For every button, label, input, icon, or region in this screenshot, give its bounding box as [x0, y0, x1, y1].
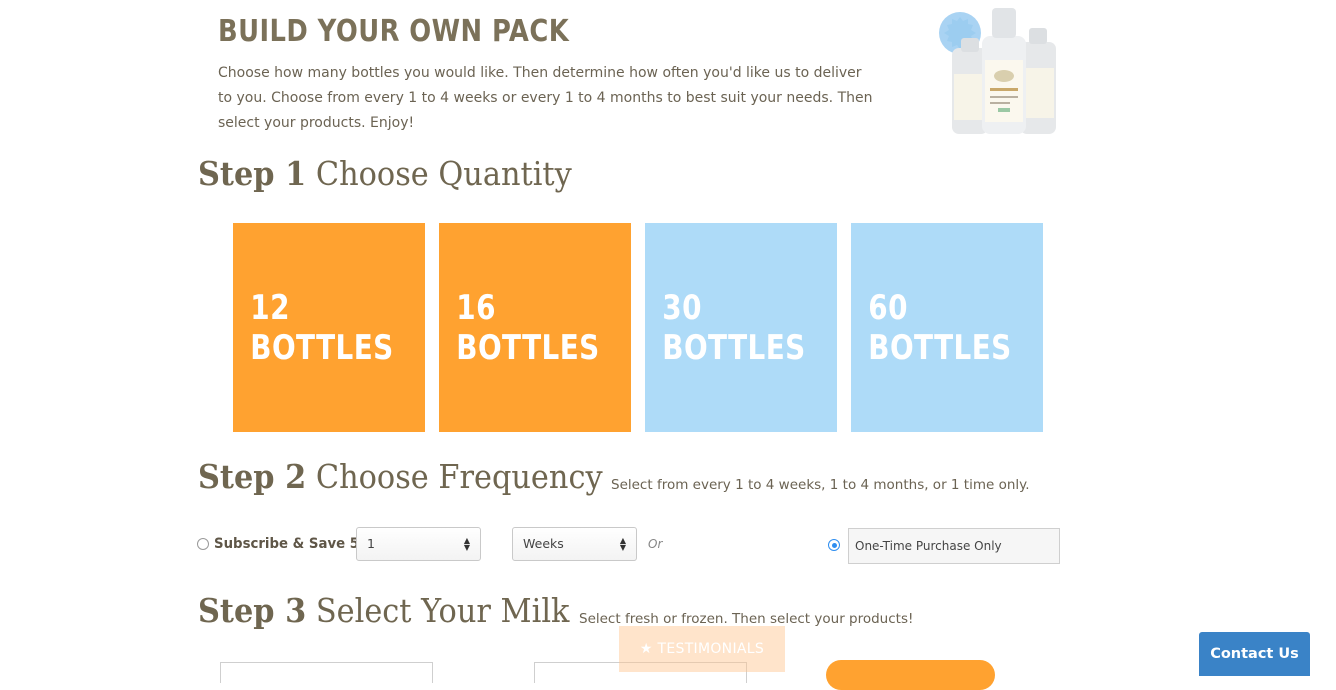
quantity-tile-12[interactable]: 12 BOTTLES	[233, 223, 425, 432]
select-products-button[interactable]	[826, 660, 995, 690]
subscribe-radio[interactable]	[197, 538, 209, 550]
quantity-tile-label: 60 BOTTLES	[868, 287, 1012, 368]
step1-heading: Step 1 Choose Quantity	[198, 154, 572, 193]
select-arrows-icon: ▲ ▼	[619, 536, 626, 552]
quantity-tile-label: 30 BOTTLES	[662, 287, 806, 368]
interval-select-value: Weeks	[523, 536, 564, 551]
step2-heading: Step 2 Choose Frequency	[198, 457, 603, 496]
quantity-tile-16[interactable]: 16 BOTTLES	[439, 223, 631, 432]
quantity-tile-label: 12 BOTTLES	[250, 287, 394, 368]
step2-subtitle: Select from every 1 to 4 weeks, 1 to 4 m…	[611, 477, 1030, 493]
contact-us-button[interactable]: Contact Us	[1199, 632, 1310, 676]
product-bottles-image	[934, 4, 1060, 136]
step3-subtitle: Select fresh or frozen. Then select your…	[579, 611, 914, 627]
step2-number: Step 2	[198, 457, 307, 496]
or-text: Or	[648, 537, 663, 551]
step3-title: Select Your Milk	[315, 591, 570, 630]
step1-number: Step 1	[198, 154, 307, 193]
onetime-radio[interactable]	[828, 539, 840, 551]
page-title: BUILD YOUR OWN PACK	[218, 14, 570, 49]
onetime-purchase-field[interactable]: One-Time Purchase Only	[848, 528, 1060, 564]
select-arrows-icon: ▲ ▼	[463, 536, 470, 552]
testimonials-tab[interactable]: ★ TESTIMONIALS	[619, 626, 785, 672]
quantity-select[interactable]: 1 ▲ ▼	[356, 527, 481, 561]
step3-heading: Step 3 Select Your Milk	[198, 591, 569, 630]
quantity-select-value: 1	[367, 536, 375, 551]
quantity-tile-label: 16 BOTTLES	[456, 287, 600, 368]
interval-select[interactable]: Weeks ▲ ▼	[512, 527, 637, 561]
step1-title: Choose Quantity	[315, 154, 572, 193]
subscribe-label: Subscribe & Save 5%:	[214, 536, 378, 552]
step3-number: Step 3	[198, 591, 307, 630]
quantity-tile-60[interactable]: 60 BOTTLES	[851, 223, 1043, 432]
intro-text: Choose how many bottles you would like. …	[218, 65, 873, 131]
milk-type-field[interactable]	[220, 662, 433, 683]
step2-title: Choose Frequency	[315, 457, 603, 496]
quantity-tile-30[interactable]: 30 BOTTLES	[645, 223, 837, 432]
